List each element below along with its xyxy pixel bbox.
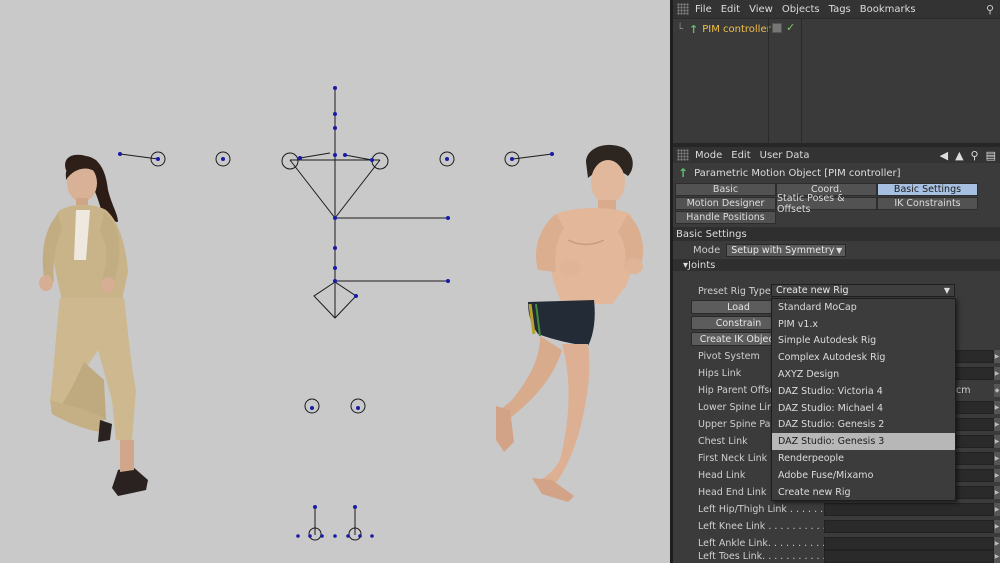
link-field[interactable]: [824, 502, 994, 516]
arrow-right-icon[interactable]: ▶: [994, 451, 1000, 465]
prop-label: Lower Spine Link: [698, 401, 779, 413]
option-pim-v1[interactable]: PIM v1.x: [772, 316, 955, 333]
mode-row: Mode Setup with Symmetry ▼: [673, 241, 1000, 259]
rig-viewport-canvas[interactable]: [0, 0, 670, 563]
viewport[interactable]: [0, 0, 670, 563]
joints-group-header[interactable]: ▾Joints: [673, 259, 1000, 271]
prop-label: Left Knee Link . . . . . . . . . . .: [698, 520, 832, 532]
arrow-right-icon[interactable]: ▶: [994, 366, 1000, 380]
arrow-right-icon[interactable]: ▶: [994, 519, 1000, 533]
arrow-right-icon[interactable]: ▶: [994, 485, 1000, 499]
section-header: Basic Settings: [673, 227, 1000, 241]
arrow-right-icon[interactable]: ▶: [994, 434, 1000, 448]
chevron-down-icon: ▼: [943, 286, 950, 295]
arrow-right-icon[interactable]: ▶: [994, 417, 1000, 431]
tab-ik-constraints[interactable]: IK Constraints: [877, 197, 978, 210]
arrow-right-icon[interactable]: ▶: [994, 349, 1000, 363]
arrow-right-icon[interactable]: ▶: [994, 549, 1000, 563]
search-icon[interactable]: ⚲: [986, 3, 994, 16]
prop-label: Head End Link: [698, 486, 767, 498]
man-figure[interactable]: [496, 144, 644, 502]
lock-icon[interactable]: ▤: [986, 149, 996, 162]
tab-static-poses[interactable]: Static Poses & Offsets: [776, 193, 877, 215]
woman-figure[interactable]: [39, 154, 148, 496]
option-daz-michael-4[interactable]: DAZ Studio: Michael 4: [772, 400, 955, 417]
column-divider: [801, 19, 802, 144]
unit-label: cm: [956, 384, 971, 396]
option-daz-victoria-4[interactable]: DAZ Studio: Victoria 4: [772, 383, 955, 400]
prop-label: Pivot System: [698, 350, 760, 362]
menu-bookmarks[interactable]: Bookmarks: [860, 4, 916, 15]
prop-label: Left Ankle Link. . . . . . . . . . .: [698, 537, 832, 549]
preset-label: Preset Rig Types: [698, 285, 776, 297]
grip-icon[interactable]: [677, 3, 689, 15]
prop-label: Upper Spine Pare: [698, 418, 781, 430]
prop-label: Hips Link: [698, 367, 742, 379]
link-field[interactable]: [824, 549, 994, 563]
menu-tags[interactable]: Tags: [829, 4, 851, 15]
prop-left-knee-link: Left Knee Link . . . . . . . . . . . ▶: [673, 518, 1000, 534]
option-simple-autodesk-rig[interactable]: Simple Autodesk Rig: [772, 333, 955, 350]
stepper-icon[interactable]: ◆: [994, 383, 1000, 397]
mode-dropdown[interactable]: Setup with Symmetry ▼: [726, 243, 847, 257]
tab-basic[interactable]: Basic: [675, 183, 776, 196]
prop-left-toes-link: Left Toes Link. . . . . . . . . . . . ▶: [673, 548, 1000, 563]
option-standard-mocap[interactable]: Standard MoCap: [772, 299, 955, 316]
object-row-pim-controller[interactable]: └ ↑ PIM controller: [677, 22, 771, 37]
object-manager-menubar: File Edit View Objects Tags Bookmarks ⚲: [673, 0, 1000, 18]
check-icon[interactable]: ✓: [786, 21, 795, 34]
arrow-right-icon[interactable]: ▶: [994, 502, 1000, 516]
green-arrow-icon: ↑: [689, 23, 699, 36]
mode-value: Setup with Symmetry: [731, 244, 835, 256]
tab-handle-positions[interactable]: Handle Positions: [675, 211, 776, 224]
mode-label: Mode: [693, 244, 721, 256]
object-title: ↑ Parametric Motion Object [PIM controll…: [673, 163, 1000, 183]
menu-view[interactable]: View: [749, 4, 773, 15]
menu-edit[interactable]: Edit: [731, 150, 750, 161]
option-create-new-rig[interactable]: Create new Rig: [772, 484, 955, 501]
up-arrow-icon[interactable]: ▲: [955, 149, 963, 162]
preset-dropdown[interactable]: Create new Rig ▼: [771, 284, 955, 297]
tab-bar: Basic Coord. Basic Settings Motion Desig…: [675, 183, 1000, 227]
prop-label: Chest Link: [698, 435, 748, 447]
object-name[interactable]: PIM controller: [702, 24, 771, 35]
menu-mode[interactable]: Mode: [695, 150, 722, 161]
option-renderpeople[interactable]: Renderpeople: [772, 450, 955, 467]
option-axyz-design[interactable]: AXYZ Design: [772, 366, 955, 383]
column-divider: [768, 19, 769, 144]
menu-file[interactable]: File: [695, 4, 712, 15]
prop-label: Left Toes Link. . . . . . . . . . . .: [698, 550, 832, 562]
menu-user-data[interactable]: User Data: [760, 150, 810, 161]
prop-label: Left Hip/Thigh Link . . . . . . . .: [698, 503, 836, 515]
layer-tag-icon[interactable]: [772, 23, 782, 33]
option-daz-genesis-2[interactable]: DAZ Studio: Genesis 2: [772, 417, 955, 434]
back-arrow-icon[interactable]: ◀: [940, 149, 948, 162]
attribute-manager-menubar: Mode Edit User Data ◀ ▲ ⚲ ▤: [673, 147, 1000, 163]
link-field[interactable]: [824, 519, 994, 533]
object-manager[interactable]: └ ↑ PIM controller ✓: [673, 18, 1000, 144]
tab-motion-designer[interactable]: Motion Designer: [675, 197, 776, 210]
option-complex-autodesk-rig[interactable]: Complex Autodesk Rig: [772, 349, 955, 366]
rig-handle-points[interactable]: [118, 86, 554, 538]
green-arrow-icon: ↑: [678, 166, 689, 180]
preset-dropdown-list[interactable]: Standard MoCap PIM v1.x Simple Autodesk …: [771, 298, 956, 501]
prop-label: Hip Parent Offse: [698, 384, 776, 396]
menu-objects[interactable]: Objects: [782, 4, 820, 15]
chevron-down-icon: ▼: [836, 245, 843, 255]
menu-edit[interactable]: Edit: [721, 4, 740, 15]
prop-left-hip-link: Left Hip/Thigh Link . . . . . . . . ▶: [673, 501, 1000, 517]
object-title-text: Parametric Motion Object [PIM controller…: [694, 167, 901, 179]
grip-icon[interactable]: [677, 149, 689, 161]
arrow-right-icon[interactable]: ▶: [994, 400, 1000, 414]
tree-branch-icon: └: [677, 24, 684, 35]
preset-value: Create new Rig: [776, 285, 849, 296]
option-daz-genesis-3[interactable]: DAZ Studio: Genesis 3: [772, 433, 955, 451]
search-icon[interactable]: ⚲: [971, 149, 979, 162]
prop-label: First Neck Link: [698, 452, 768, 464]
option-adobe-fuse-mixamo[interactable]: Adobe Fuse/Mixamo: [772, 467, 955, 484]
attribute-toolbar: ◀ ▲ ⚲ ▤: [933, 149, 996, 162]
arrow-right-icon[interactable]: ▶: [994, 468, 1000, 482]
prop-label: Head Link: [698, 469, 746, 481]
tab-basic-settings[interactable]: Basic Settings: [877, 183, 978, 196]
